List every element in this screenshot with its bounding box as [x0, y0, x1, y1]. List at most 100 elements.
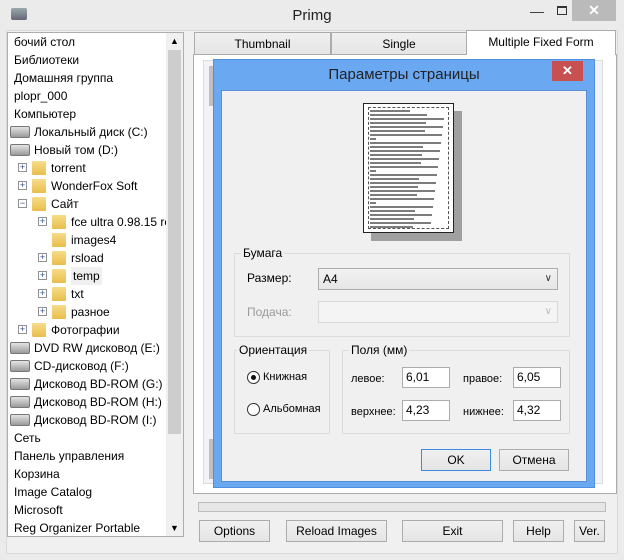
- expand-icon[interactable]: +: [18, 163, 27, 172]
- tree-item[interactable]: Домашняя группа: [14, 69, 113, 87]
- tree-item[interactable]: Microsoft: [14, 501, 63, 519]
- paper-group-label: Бумага: [241, 246, 285, 260]
- tree-item[interactable]: Локальный диск (C:): [10, 123, 148, 141]
- tree-item-label: Сеть: [14, 431, 41, 445]
- tab-multiple-fixed-form[interactable]: Multiple Fixed Form: [466, 30, 616, 55]
- close-button[interactable]: ✕: [572, 0, 616, 21]
- tree-item[interactable]: images4: [52, 231, 116, 249]
- bottom-margin-label: нижнее:: [463, 406, 504, 418]
- source-label: Подача:: [247, 305, 292, 319]
- left-margin-label: левое:: [351, 373, 385, 385]
- tree-item[interactable]: Новый том (D:): [10, 141, 118, 159]
- tree-item[interactable]: + rsload: [38, 249, 104, 267]
- tab-thumbnail[interactable]: Thumbnail: [194, 32, 331, 55]
- dialog-close-button[interactable]: ✕: [552, 61, 583, 81]
- tree-item-label: DVD RW дисковод (E:): [34, 341, 160, 355]
- tree-item[interactable]: Библиотеки: [14, 51, 79, 69]
- expand-icon[interactable]: +: [38, 271, 47, 280]
- expand-icon[interactable]: +: [38, 289, 47, 298]
- size-label: Размер:: [247, 271, 292, 285]
- reload-images-button[interactable]: Reload Images: [286, 520, 387, 542]
- tree-item[interactable]: + torrent: [18, 159, 86, 177]
- size-select[interactable]: A4 ∨: [318, 268, 558, 290]
- tree-item-label: Локальный диск (C:): [34, 125, 148, 139]
- tree-item[interactable]: Дисковод BD-ROM (H:): [10, 393, 162, 411]
- version-button[interactable]: Ver.: [574, 520, 605, 542]
- drive-icon: [10, 126, 30, 138]
- title-bar: Primg — ✕: [0, 0, 624, 30]
- portrait-radio[interactable]: [247, 371, 260, 384]
- portrait-label[interactable]: Книжная: [263, 371, 307, 383]
- exit-button[interactable]: Exit: [402, 520, 503, 542]
- expand-icon[interactable]: +: [38, 253, 47, 262]
- dialog-title: Параметры страницы: [328, 66, 480, 83]
- tree-scroll-thumb[interactable]: [168, 50, 181, 434]
- tree-item-label: Дисковод BD-ROM (H:): [34, 395, 162, 409]
- expand-icon[interactable]: +: [18, 181, 27, 190]
- scroll-up-arrow[interactable]: ▲: [166, 33, 183, 49]
- tree-item[interactable]: Сеть: [14, 429, 41, 447]
- tree-item-label: rsload: [71, 251, 104, 265]
- help-button[interactable]: Help: [513, 520, 564, 542]
- landscape-radio[interactable]: [247, 403, 260, 416]
- tree-item[interactable]: DVD RW дисковод (E:): [10, 339, 160, 357]
- drive-icon: [10, 414, 30, 426]
- tree-item-label: Reg Organizer Portable: [14, 521, 141, 535]
- tree-item-label: torrent: [51, 161, 86, 175]
- tree-item-label: plopr_000: [14, 89, 68, 103]
- tree-item-label: Корзина: [14, 467, 60, 481]
- tree-item-label: Компьютер: [14, 107, 77, 121]
- expand-icon[interactable]: +: [38, 307, 47, 316]
- drive-icon: [10, 144, 30, 156]
- bottom-margin-input[interactable]: 4,32: [513, 400, 561, 421]
- tree-item[interactable]: Панель управления: [14, 447, 124, 465]
- tree-item[interactable]: + WonderFox Soft: [18, 177, 137, 195]
- tree-item-label: Image Catalog: [14, 485, 93, 499]
- tree-item[interactable]: Reg Organizer Portable: [14, 519, 141, 536]
- landscape-label[interactable]: Альбомная: [263, 403, 321, 415]
- tree-item-label: images4: [71, 233, 117, 247]
- progress-bar: [198, 502, 606, 512]
- ok-button[interactable]: OK: [421, 449, 491, 471]
- tree-item[interactable]: CD-дисковод (F:): [10, 357, 129, 375]
- tab-single[interactable]: Single: [331, 32, 467, 55]
- tree-item[interactable]: + fce ultra 0.98.15 re: [38, 213, 171, 231]
- tree-item[interactable]: − Сайт: [18, 195, 79, 213]
- tree-item[interactable]: + Фотографии: [18, 321, 120, 339]
- scroll-down-arrow[interactable]: ▼: [166, 520, 183, 536]
- tree-item[interactable]: plopr_000: [14, 87, 67, 105]
- options-button[interactable]: Options: [199, 520, 270, 542]
- right-margin-input[interactable]: 6,05: [513, 367, 561, 388]
- tree-item-label: temp: [71, 267, 102, 285]
- tree-item[interactable]: Дисковод BD-ROM (I:): [10, 411, 157, 429]
- folder-icon: [52, 251, 66, 265]
- top-margin-input[interactable]: 4,23: [402, 400, 450, 421]
- tree-item[interactable]: Корзина: [14, 465, 60, 483]
- chevron-down-icon: ∨: [544, 273, 552, 284]
- collapse-icon[interactable]: −: [18, 199, 27, 208]
- cancel-button[interactable]: Отмена: [499, 449, 569, 471]
- tree-item[interactable]: Дисковод BD-ROM (G:): [10, 375, 163, 393]
- right-margin-label: правое:: [463, 373, 503, 385]
- folder-icon: [32, 323, 46, 337]
- page-preview: [363, 103, 454, 233]
- left-margin-input[interactable]: 6,01: [402, 367, 450, 388]
- maximize-button[interactable]: [551, 0, 573, 21]
- folder-tree[interactable]: бочий стол Библиотеки Домашняя группа plopr…: [7, 32, 184, 537]
- tree-item-label: разное: [71, 305, 110, 319]
- folder-icon: [52, 215, 66, 229]
- tree-item[interactable]: бочий стол: [14, 33, 75, 51]
- expand-icon[interactable]: +: [38, 217, 47, 226]
- tree-item-label: Дисковод BD-ROM (G:): [34, 377, 163, 391]
- tree-item[interactable]: + txt: [38, 285, 84, 303]
- tree-item[interactable]: + temp: [38, 267, 102, 285]
- tree-item[interactable]: Компьютер: [14, 105, 76, 123]
- expand-icon[interactable]: +: [18, 325, 27, 334]
- folder-icon: [52, 269, 66, 283]
- margins-group: Поля (мм) левое: 6,01 правое: 6,05 верхн…: [342, 343, 570, 434]
- tree-item-label: txt: [71, 287, 84, 301]
- paper-group: Бумага Размер: A4 ∨ Подача: ∨: [234, 246, 570, 337]
- tree-item[interactable]: + разное: [38, 303, 110, 321]
- tree-item[interactable]: Image Catalog: [14, 483, 92, 501]
- minimize-button[interactable]: —: [523, 0, 551, 21]
